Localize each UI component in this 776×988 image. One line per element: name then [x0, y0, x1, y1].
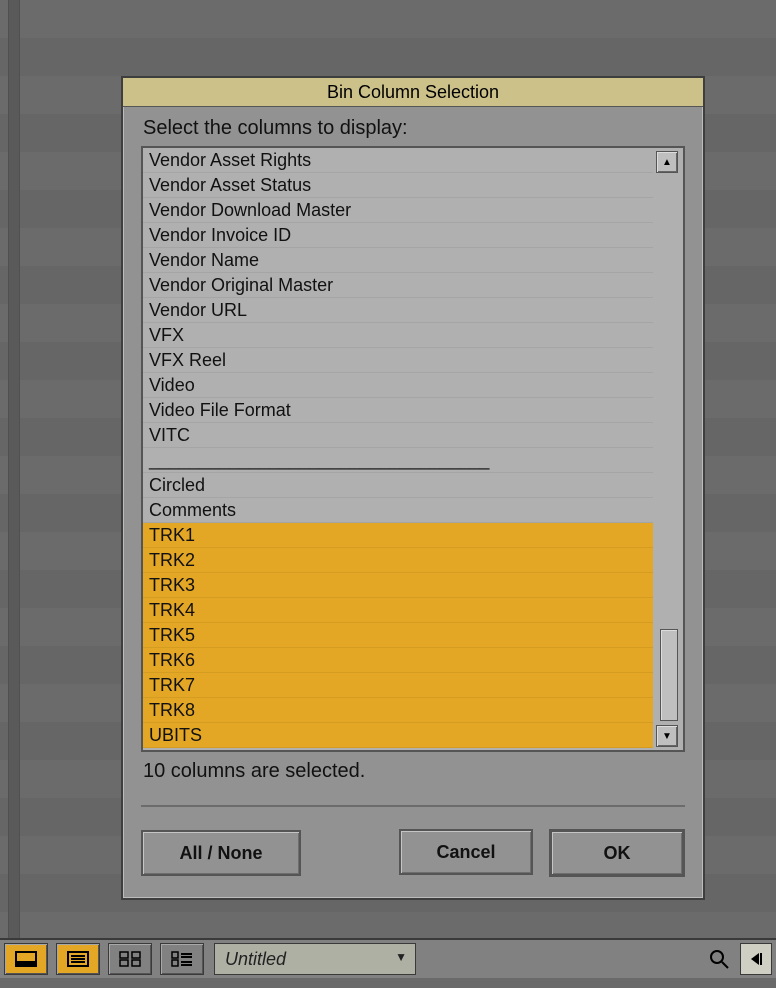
list-item[interactable]: TRK3: [143, 573, 653, 598]
list-item[interactable]: Vendor Asset Status: [143, 173, 653, 198]
list-item[interactable]: TRK4: [143, 598, 653, 623]
list-item[interactable]: VFX: [143, 323, 653, 348]
search-button[interactable]: [702, 944, 736, 974]
list-item[interactable]: TRK8: [143, 698, 653, 723]
column-list-box: Vendor Asset RightsVendor Asset StatusVe…: [141, 146, 685, 752]
list-item[interactable]: Circled: [143, 473, 653, 498]
text-view-button[interactable]: [56, 943, 100, 975]
list-item[interactable]: TRK1: [143, 523, 653, 548]
list-item[interactable]: TRK2: [143, 548, 653, 573]
bin-column-selection-dialog: Bin Column Selection Select the columns …: [121, 76, 705, 900]
scroll-down-button[interactable]: ▼: [656, 725, 678, 747]
dialog-buttons: All / None Cancel OK: [141, 832, 685, 874]
dialog-prompt: Select the columns to display:: [123, 107, 703, 144]
list-item[interactable]: Vendor Name: [143, 248, 653, 273]
list-item[interactable]: Vendor Download Master: [143, 198, 653, 223]
scrollbar-track[interactable]: [660, 177, 676, 721]
list-item[interactable]: VITC: [143, 423, 653, 448]
list-item[interactable]: Vendor URL: [143, 298, 653, 323]
list-item[interactable]: UBITS: [143, 723, 653, 748]
list-item[interactable]: Vendor Asset Rights: [143, 148, 653, 173]
selection-status: 10 columns are selected.: [123, 752, 703, 783]
list-item[interactable]: Video File Format: [143, 398, 653, 423]
list-item[interactable]: TRK5: [143, 623, 653, 648]
bin-tab[interactable]: Untitled ▼: [214, 943, 416, 975]
list-item[interactable]: Vendor Original Master: [143, 273, 653, 298]
list-item[interactable]: Video: [143, 373, 653, 398]
list-item[interactable]: Vendor Invoice ID: [143, 223, 653, 248]
list-item[interactable]: Comments: [143, 498, 653, 523]
bin-tab-label: Untitled: [225, 949, 286, 970]
ok-button[interactable]: OK: [549, 829, 685, 877]
list-item[interactable]: __________________________________: [143, 448, 653, 473]
list-item[interactable]: VFX Reel: [143, 348, 653, 373]
all-none-button[interactable]: All / None: [141, 830, 301, 876]
sidebar-toggle-button[interactable]: [740, 943, 772, 975]
scroll-up-button[interactable]: ▲: [656, 151, 678, 173]
divider: [141, 805, 685, 807]
list-item[interactable]: TRK6: [143, 648, 653, 673]
column-list[interactable]: Vendor Asset RightsVendor Asset StatusVe…: [143, 148, 653, 750]
frame-view-button[interactable]: [4, 943, 48, 975]
dialog-title: Bin Column Selection: [123, 78, 703, 107]
scrollbar-thumb[interactable]: [660, 629, 678, 721]
grid-view-button[interactable]: [108, 943, 152, 975]
list-item[interactable]: TRK7: [143, 673, 653, 698]
bottom-toolbar: Untitled ▼: [0, 938, 776, 978]
chevron-down-icon: ▼: [395, 950, 407, 964]
cancel-button[interactable]: Cancel: [399, 829, 533, 875]
scrollbar[interactable]: ▲ ▼: [656, 151, 680, 747]
list-grid-view-button[interactable]: [160, 943, 204, 975]
